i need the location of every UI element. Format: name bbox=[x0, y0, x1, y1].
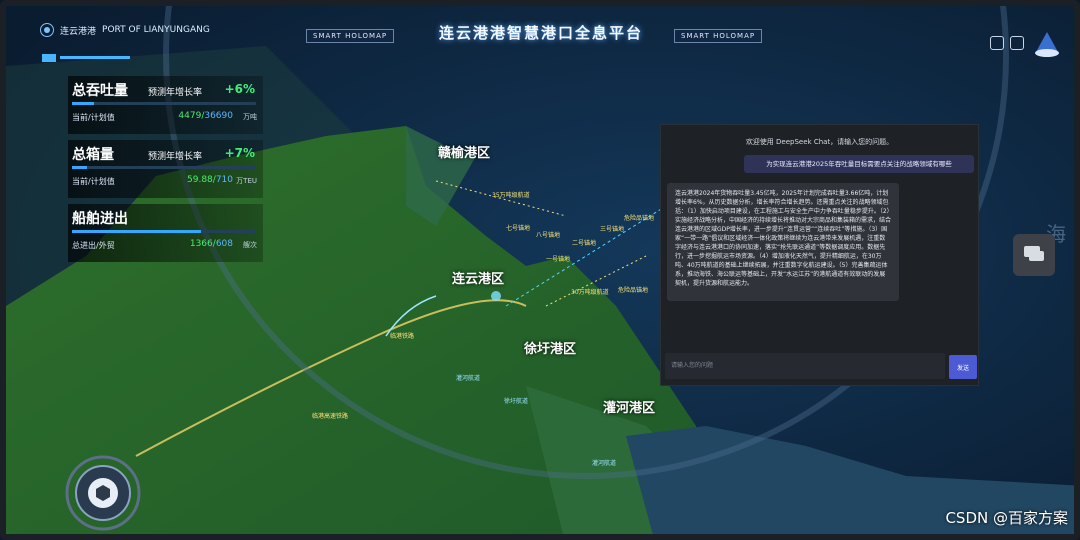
chat-panel: 欢迎使用 DeepSeek Chat，请输入您的问题。 为实现连云港港2025年… bbox=[660, 124, 979, 386]
brand: 连云港港 PORT OF LIANYUNGANG bbox=[40, 23, 210, 37]
menu-line bbox=[60, 56, 130, 59]
chat-input[interactable]: 请输入您的问题 bbox=[665, 353, 945, 379]
metric-current: 1366 bbox=[189, 239, 213, 249]
chat-bot-reply: 连云港港2024年货物吞吐量3.45亿吨，2025年计划完成吞吐量3.66亿吨，… bbox=[667, 183, 899, 301]
metric-containers: 总箱量 预测年增长率 +7% 当前/计划值 59.88/710 万TEU bbox=[68, 140, 263, 198]
label-lianyun-port[interactable]: 连云港区 bbox=[452, 268, 504, 287]
chat-toggle-button[interactable] bbox=[1013, 234, 1055, 276]
label-rail-bottom: 临港高速铁路 bbox=[312, 413, 349, 420]
metric-values: 1366/608 bbox=[189, 239, 233, 249]
send-button[interactable]: 发送 bbox=[949, 355, 977, 379]
metric-title: 总箱量 bbox=[72, 147, 114, 163]
settings-icon[interactable] bbox=[990, 36, 1004, 50]
metric-plan: 36690 bbox=[204, 111, 233, 121]
metric-progress-bar bbox=[72, 166, 256, 169]
metric-unit: 万TEU bbox=[236, 177, 257, 185]
fullscreen-icon[interactable] bbox=[1010, 36, 1024, 50]
label-xuwei-port[interactable]: 徐圩港区 bbox=[524, 338, 576, 357]
metric-rate-label: 预测年增长率 bbox=[148, 152, 203, 162]
tag-left: SMART HOLOMAP bbox=[306, 29, 395, 43]
label-anchorage-7: 七号锚地 bbox=[506, 225, 531, 232]
label-guanhe-channel: 灌河航道 bbox=[456, 375, 481, 382]
metric-unit: 艘次 bbox=[243, 241, 257, 249]
metric-title: 船舶进出 bbox=[72, 211, 128, 227]
label-hazard-anchorage: 危险品锚地 bbox=[624, 215, 655, 222]
label-channel-30: 30万吨级航道 bbox=[571, 289, 609, 296]
navigation-knob[interactable] bbox=[64, 454, 142, 532]
port-logo-icon bbox=[40, 23, 54, 37]
label-anchorage-8: 八号锚地 bbox=[536, 232, 561, 239]
chat-bubble-icon bbox=[1024, 246, 1044, 261]
label-hazard-anchorage-2: 危险品锚地 bbox=[618, 287, 649, 294]
watermark: CSDN @百家方案 bbox=[945, 509, 1068, 527]
ship-icon[interactable] bbox=[1032, 30, 1062, 58]
label-anchorage-1: 一号锚地 bbox=[546, 256, 571, 263]
metric-current: 4479 bbox=[178, 111, 202, 121]
metric-values: 59.88/710 bbox=[187, 175, 233, 185]
metric-sub-label: 当前/计划值 bbox=[72, 113, 115, 122]
metric-unit: 万吨 bbox=[243, 113, 257, 121]
label-channel-35: 35万吨级航道 bbox=[492, 192, 530, 199]
metric-values: 4479/36690 bbox=[178, 111, 233, 121]
label-ganyu-port[interactable]: 赣榆港区 bbox=[438, 142, 490, 161]
top-bar: 连云港港 PORT OF LIANYUNGANG SMART HOLOMAP 连… bbox=[6, 6, 1074, 62]
metric-sub-label: 总进出/外贸 bbox=[72, 241, 115, 250]
metric-progress-bar bbox=[72, 102, 256, 105]
metric-rate-label: 预测年增长率 bbox=[148, 88, 203, 98]
metrics-panel: 总吞吐量 预测年增长率 +6% 当前/计划值 4479/36690 万吨 总箱量… bbox=[68, 76, 263, 268]
metric-title: 总吞吐量 bbox=[72, 83, 128, 99]
metric-progress-fill bbox=[72, 102, 95, 105]
brand-name-en: PORT OF LIANYUNGANG bbox=[102, 25, 210, 35]
metric-throughput: 总吞吐量 预测年增长率 +6% 当前/计划值 4479/36690 万吨 bbox=[68, 76, 263, 134]
metric-progress-bar bbox=[72, 230, 256, 233]
label-guanhe-channel-2: 灌河航道 bbox=[592, 460, 617, 467]
app-frame: 连云港港 PORT OF LIANYUNGANG SMART HOLOMAP 连… bbox=[0, 0, 1080, 540]
metric-rate: +6% bbox=[224, 82, 255, 96]
chat-input-placeholder: 请输入您的问题 bbox=[671, 362, 714, 369]
metric-current: 59.88 bbox=[187, 175, 213, 185]
metric-plan: 608 bbox=[215, 239, 233, 249]
label-xuwei-channel: 徐圩航道 bbox=[504, 398, 529, 405]
chat-welcome: 欢迎使用 DeepSeek Chat，请输入您的问题。 bbox=[745, 138, 894, 146]
metric-vessels: 船舶进出 总进出/外贸 1366/608 艘次 bbox=[68, 204, 263, 262]
tag-right: SMART HOLOMAP bbox=[674, 29, 763, 43]
metric-progress-fill bbox=[72, 166, 87, 169]
label-anchorage-2: 二号锚地 bbox=[572, 240, 597, 247]
label-anchorage-3: 三号锚地 bbox=[600, 226, 625, 233]
label-railway: 临港铁路 bbox=[390, 333, 415, 340]
chat-user-message: 为实现连云港港2025年吞吐量目标需要点关注的战略领域有哪些 bbox=[744, 155, 974, 173]
label-guanhe-port[interactable]: 灌河港区 bbox=[603, 397, 655, 416]
metric-sub-label: 当前/计划值 bbox=[72, 177, 115, 186]
menu-indicator bbox=[42, 54, 56, 62]
page-title: 连云港港智慧港口全息平台 bbox=[438, 24, 643, 42]
metric-progress-fill bbox=[72, 230, 201, 233]
metric-plan: 710 bbox=[215, 175, 233, 185]
brand-name-cn: 连云港港 bbox=[60, 26, 97, 37]
metric-rate: +7% bbox=[224, 146, 255, 160]
